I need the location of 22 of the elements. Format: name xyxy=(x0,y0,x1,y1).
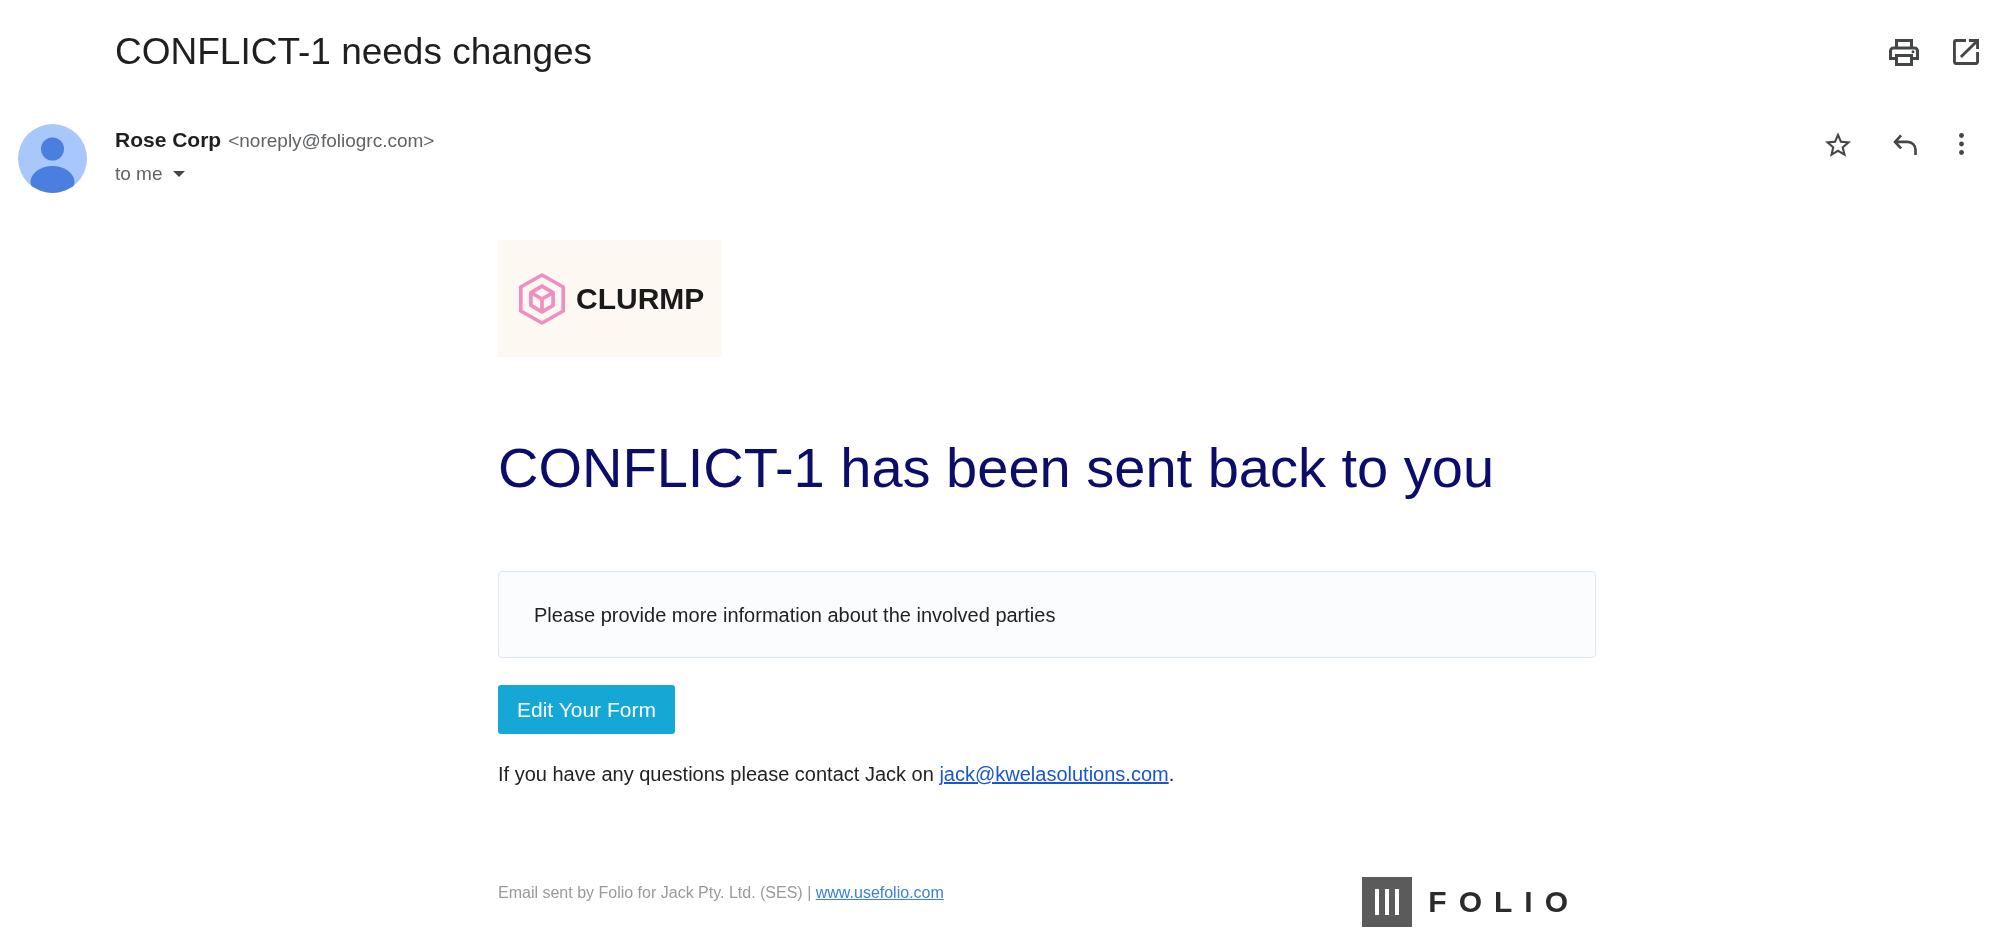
website-link[interactable]: www.usefolio.com xyxy=(815,884,944,901)
star-icon[interactable] xyxy=(1825,131,1851,157)
edit-form-button[interactable]: Edit Your Form xyxy=(498,685,675,734)
cube-logo-icon xyxy=(518,272,566,325)
heading: CONFLICT-1 has been sent back to you xyxy=(498,435,1495,501)
email-link[interactable]: jack@kwelasolutions.com xyxy=(939,763,1169,785)
footer-logo-text: FOLIO xyxy=(1428,887,1580,917)
footer-text: Email sent by Folio for Jack Pty. Ltd. (SES) | www.usefolio.com xyxy=(498,883,944,903)
caret-icon[interactable] xyxy=(172,171,185,177)
email-subject: CONFLICT-1 needs changes xyxy=(115,30,593,74)
printer-icon[interactable] xyxy=(1889,38,1919,66)
sender-name: Rose Corp xyxy=(115,127,222,153)
vertical-dots-icon[interactable] xyxy=(1959,133,1964,155)
message-text: Please provide more information about the involved parties xyxy=(534,602,1056,628)
reply-arrow-icon[interactable] xyxy=(1893,133,1917,155)
square-arrow-icon[interactable] xyxy=(1953,39,1979,65)
recipient-text: to me xyxy=(115,161,163,186)
avatar-icon xyxy=(18,124,87,193)
contact-text: If you have any questions please contact Jack on jack@kwelasolutions.com. xyxy=(498,762,1175,787)
bars-logo-icon xyxy=(1362,877,1413,927)
sender-address: <noreply@foliogrc.com> xyxy=(228,129,435,153)
logo-text: CLURMP xyxy=(576,283,705,314)
